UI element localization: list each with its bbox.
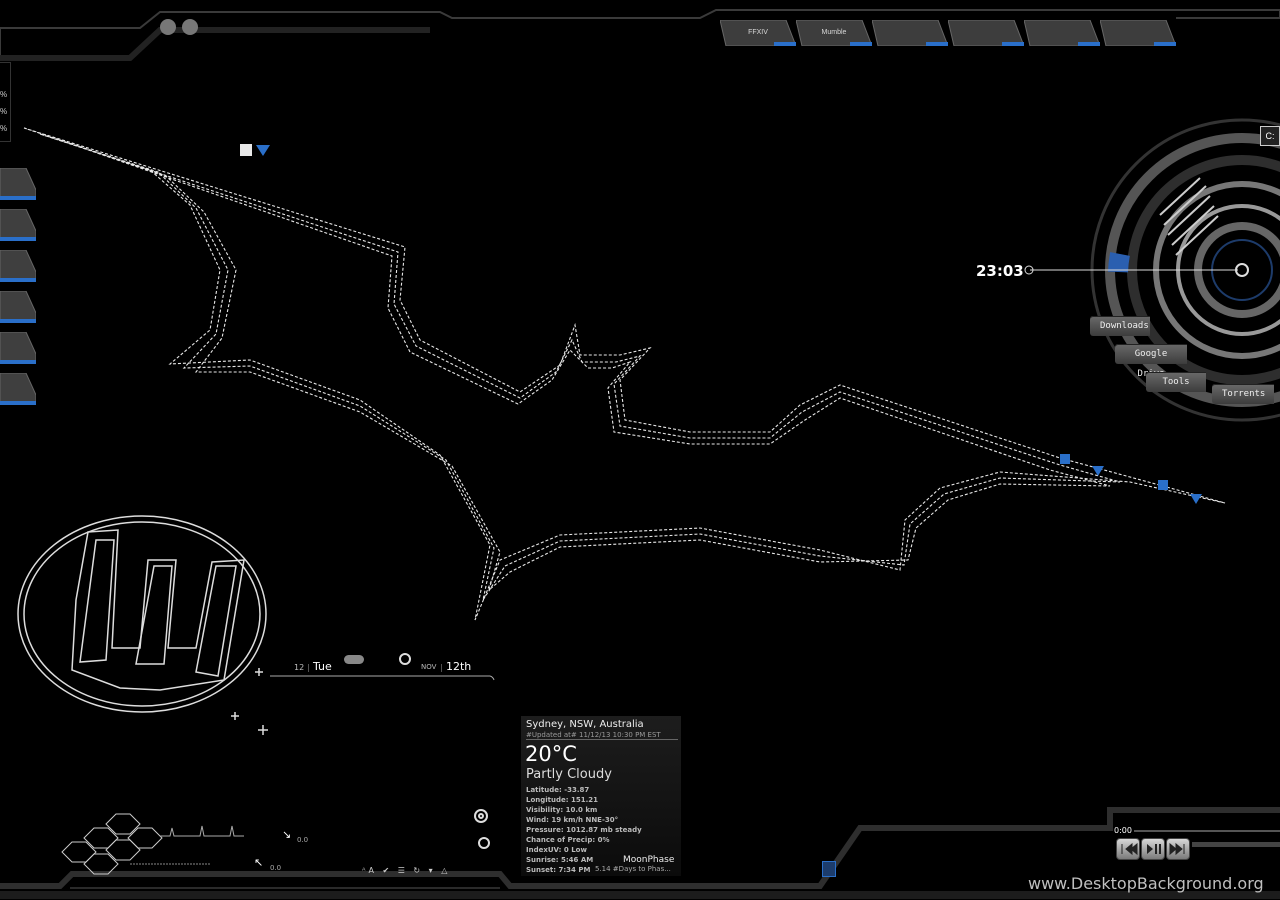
dock-tab-1[interactable] <box>0 168 36 200</box>
desktop-icon[interactable] <box>240 144 252 156</box>
swap-percent: % <box>0 124 8 133</box>
arrow-down-icon[interactable] <box>1092 466 1104 476</box>
tab-shape <box>948 20 1024 46</box>
tab-label: FFXIV <box>748 29 768 36</box>
day-ordinal: 12th <box>446 660 472 673</box>
volume-bar[interactable] <box>1192 842 1280 847</box>
dock-tab-6[interactable] <box>0 373 36 405</box>
day-number: 12 <box>294 663 305 672</box>
dock-tab-4[interactable] <box>0 291 36 323</box>
weather-condition: Partly Cloudy <box>526 767 612 782</box>
weather-sunset: Sunset: 7:34 PM <box>526 866 591 874</box>
ram-percent: % <box>0 107 8 116</box>
tab-slot-4[interactable] <box>948 20 1024 46</box>
date-separator: | <box>440 663 443 672</box>
tab-slot-5[interactable] <box>1024 20 1100 46</box>
weather-divider <box>526 739 678 740</box>
weather-sunrise: Sunrise: 5:46 AM <box>526 856 594 864</box>
weather-longitude: Longitude: 151.21 <box>526 796 598 804</box>
shortcut-torrents[interactable]: Torrents <box>1212 384 1274 404</box>
cloud-icon <box>344 655 364 664</box>
moon-phase-detail: 5.14 #Days to Phas... <box>595 865 671 873</box>
weather-precip: Chance of Precip: 0% <box>526 836 610 844</box>
next-icon <box>1169 842 1185 856</box>
weather-uv: IndexUV: 0 Low <box>526 846 587 854</box>
tab-shape <box>1024 20 1100 46</box>
toolbar-icons[interactable]: ᴬA ✔ ☰ ↻ ▾ △ <box>362 866 450 875</box>
play-pause-button[interactable] <box>1141 838 1165 860</box>
download-arrow-icon: ↘ <box>282 828 292 841</box>
date-separator: | <box>307 663 310 672</box>
tab-slot-6[interactable] <box>1100 20 1176 46</box>
previous-button[interactable] <box>1116 838 1140 860</box>
weather-widget: Sydney, NSW, Australia #Updated at# 11/1… <box>521 716 681 876</box>
settings-icon[interactable] <box>160 19 176 35</box>
clock-time: 23:03 <box>976 262 1024 280</box>
dock-tab-5[interactable] <box>0 332 36 364</box>
desktop-icon[interactable] <box>1158 480 1168 490</box>
desktop-icon[interactable] <box>1060 454 1070 464</box>
tab-ffxiv[interactable]: FFXIV <box>720 20 796 46</box>
next-button[interactable] <box>1166 838 1190 860</box>
player-time: 0:00 <box>1114 826 1132 835</box>
network-up: 0.0 <box>270 864 282 872</box>
tab-label: Mumble <box>821 29 847 36</box>
bat-logo <box>23 127 1226 621</box>
window-icon[interactable] <box>822 861 836 877</box>
weather-visibility: Visibility: 10.0 km <box>526 806 598 814</box>
tab-shape <box>872 20 948 46</box>
tab-mumble[interactable]: Mumble <box>796 20 872 46</box>
network-down: 0.0 <box>297 836 309 844</box>
tab-shape <box>1100 20 1176 46</box>
drive-c-badge[interactable]: C: <box>1260 126 1280 146</box>
arrow-down-icon[interactable] <box>1190 494 1202 504</box>
dock-tab-3[interactable] <box>0 250 36 282</box>
month-name: NOV <box>421 663 437 671</box>
weather-pressure: Pressure: 1012.87 mb steady <box>526 826 642 834</box>
weather-temperature: 20°C <box>525 742 577 766</box>
moon-phase-label: MoonPhase <box>623 855 675 865</box>
previous-icon <box>1121 842 1138 856</box>
tab-slot-3[interactable] <box>872 20 948 46</box>
weather-wind: Wind: 19 km/h NNE-30° <box>526 816 619 824</box>
dock-tab-2[interactable] <box>0 209 36 241</box>
cpu-percent: % <box>0 90 8 99</box>
arrow-down-icon[interactable] <box>256 145 270 156</box>
play-pause-icon <box>1147 844 1161 854</box>
compass-icon[interactable] <box>182 19 198 35</box>
weather-updated: #Updated at# 11/12/13 10:30 PM EST <box>526 731 661 739</box>
player-progress[interactable] <box>1134 830 1280 832</box>
shortcut-tools[interactable]: Tools <box>1146 372 1206 392</box>
day-name: Tue <box>313 660 332 673</box>
upload-arrow-icon: ↖ <box>254 856 264 869</box>
weather-latitude: Latitude: -33.87 <box>526 786 590 794</box>
shortcut-google-drive[interactable]: Google Drive <box>1115 344 1187 379</box>
watermark-text: www.DesktopBackground.org <box>1028 874 1264 893</box>
shortcut-downloads[interactable]: Downloads <box>1090 316 1150 336</box>
wb-logo <box>17 515 267 713</box>
weather-city: Sydney, NSW, Australia <box>526 719 644 730</box>
